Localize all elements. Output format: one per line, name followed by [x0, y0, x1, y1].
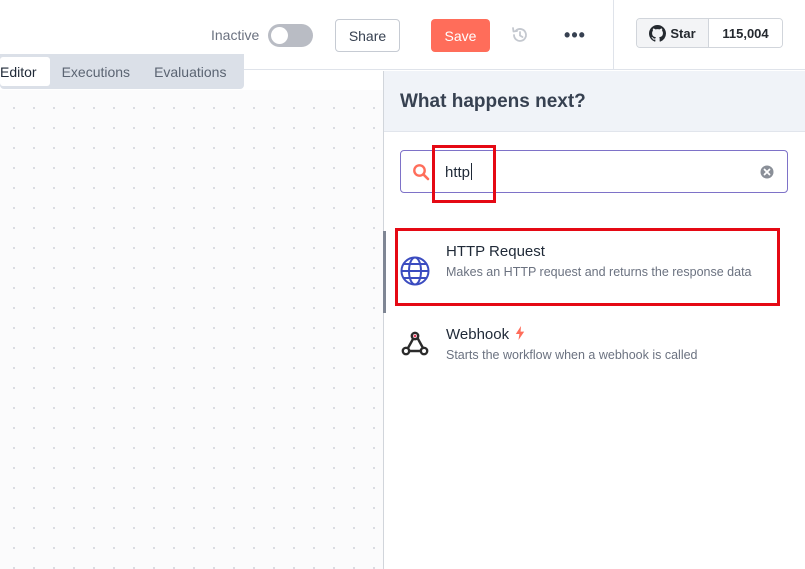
active-toggle[interactable] [268, 24, 313, 47]
github-star-button[interactable]: Star [637, 19, 709, 47]
header-divider [613, 0, 614, 70]
node-result-title: Webhook [446, 326, 525, 343]
panel-title: What happens next? [400, 91, 586, 112]
view-tabs: Editor Executions Evaluations [0, 54, 244, 89]
tab-executions[interactable]: Executions [50, 57, 142, 86]
node-search-field[interactable]: http [400, 150, 788, 193]
save-button[interactable]: Save [431, 19, 490, 52]
github-star-label: Star [670, 25, 696, 41]
panel-header: What happens next? [384, 71, 805, 132]
globe-icon [400, 256, 430, 286]
github-icon [649, 24, 667, 42]
node-result-http-request[interactable]: HTTP Request Makes an HTTP request and r… [383, 231, 805, 313]
github-star-widget[interactable]: Star 115,004 [636, 18, 783, 48]
node-result-title: HTTP Request [446, 243, 545, 260]
toggle-knob [271, 27, 288, 44]
tab-evaluations[interactable]: Evaluations [142, 57, 238, 86]
workflow-editor: Inactive Share Save ••• Star 115,004 Edi… [0, 0, 805, 569]
github-star-count[interactable]: 115,004 [709, 19, 782, 47]
text-caret [471, 163, 473, 180]
node-result-title-text: Webhook [446, 326, 510, 343]
history-icon[interactable] [509, 24, 531, 46]
more-options-icon[interactable]: ••• [564, 24, 586, 46]
tab-editor[interactable]: Editor [0, 57, 50, 86]
search-input-value: http [445, 164, 471, 181]
node-creator-panel: What happens next? http HTTP Request Mak… [383, 71, 805, 569]
active-status-label: Inactive [211, 27, 260, 43]
node-result-description: Makes an HTTP request and returns the re… [446, 265, 752, 279]
trigger-bolt-icon [515, 326, 525, 340]
workflow-canvas[interactable] [0, 90, 383, 569]
node-result-webhook[interactable]: Webhook Starts the workflow when a webho… [384, 314, 805, 392]
search-icon [413, 164, 430, 181]
search-input[interactable]: http [445, 163, 473, 181]
node-result-description: Starts the workflow when a webhook is ca… [446, 348, 698, 362]
clear-search-icon[interactable] [759, 164, 775, 180]
share-button[interactable]: Share [335, 19, 400, 52]
webhook-icon [401, 331, 429, 356]
